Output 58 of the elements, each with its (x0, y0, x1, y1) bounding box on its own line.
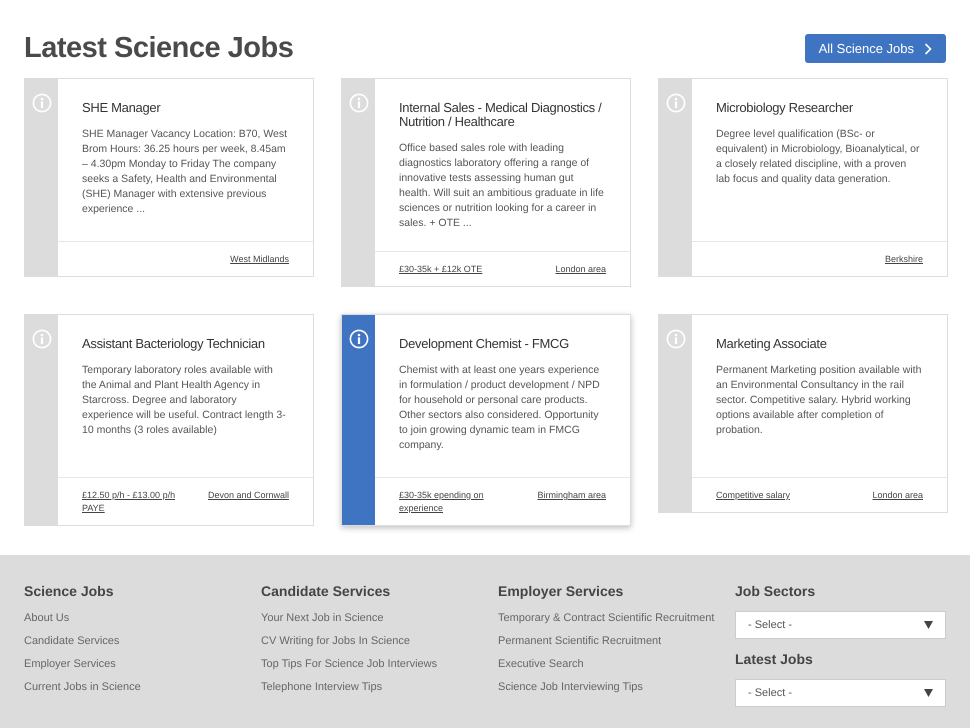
location-link[interactable]: Devon and Cornwall (208, 489, 289, 502)
footer-link[interactable]: Employer Services (24, 657, 116, 671)
info-icon (32, 93, 52, 113)
info-icon (666, 93, 686, 113)
footer-link[interactable]: Top Tips For Science Job Interviews (261, 657, 438, 671)
footer-link[interactable]: Candidate Services (24, 634, 120, 648)
job-card[interactable]: Microbiology Researcher Degree level qualification (BSc- or equivalent) in Microbiology, Bioanalytical, or a closely related discipline, with a proven lab focus and quality data generation. Berkshire (658, 78, 948, 277)
footer-link[interactable]: CV Writing for Jobs In Science (261, 634, 410, 648)
footer-heading: Candidate Services (261, 583, 390, 599)
job-title[interactable]: Internal Sales - Medical Diagnostics / Nutrition / Healthcare (399, 101, 614, 129)
footer-heading: Employer Services (498, 583, 624, 599)
footer-link[interactable]: Current Jobs in Science (24, 680, 141, 694)
info-icon (348, 329, 368, 349)
footer-link[interactable]: Executive Search (498, 657, 584, 671)
job-title[interactable]: Development Chemist - FMCG (399, 337, 614, 351)
job-card[interactable] (341, 314, 631, 526)
job-description: Office based sales role with leading diagnostics laboratory offering a range of innovative tests assessing human gut health. Will suit an ambitious graduate in life sciences or nutrition looking for a career in sales. + OTE ... (399, 141, 605, 231)
salary-link[interactable]: £30-35k + £12k OTE (399, 263, 482, 276)
all-jobs-button[interactable]: All Science Jobs (804, 34, 946, 63)
job-title[interactable]: Marketing Associate (716, 337, 931, 351)
job-title[interactable]: Assistant Bacteriology Technician (82, 337, 297, 351)
chevron-right-icon (924, 42, 932, 54)
job-card[interactable] (341, 78, 631, 287)
job-description: SHE Manager Vacancy Location: B70, West Brom Hours: 36.25 hours per week, 8.45am – 4.30pm Monday to Friday The company seeks a Safety, Health and Environmental (SHE) Manager with extensive previous experience ... (82, 127, 288, 217)
job-title[interactable]: Microbiology Researcher (716, 101, 931, 115)
footer-link[interactable]: Permanent Scientific Recruitment (498, 634, 662, 648)
salary-link[interactable]: Competitive salary (716, 489, 790, 502)
select-dropdown[interactable]: - Select - (735, 611, 946, 639)
footer-link[interactable]: Temporary & Contract Scientific Recruitment (498, 611, 714, 625)
location-link[interactable]: Berkshire (884, 253, 923, 266)
job-description: Degree level qualification (BSc- or equivalent) in Microbiology, Bioanalytical, or a closely related discipline, with a proven lab focus and quality data generation. (716, 127, 920, 187)
footer-heading: Science Jobs (24, 583, 114, 599)
job-card[interactable] (658, 314, 948, 513)
footer-link[interactable]: Your Next Job in Science (261, 611, 384, 625)
job-description: Temporary laboratory roles available with the Animal and Plant Health Agency in Starcross. Degree and laboratory experience will be useful. Contract length 3-10 months (3 roles available) (82, 363, 287, 438)
footer-heading: Job Sectors (735, 583, 816, 599)
location-link[interactable]: Birmingham area (537, 489, 606, 502)
select-dropdown[interactable]: - Select - (735, 679, 946, 707)
section-title: Latest Science Jobs (24, 31, 294, 66)
info-icon (32, 329, 52, 349)
footer-link[interactable]: About Us (24, 611, 70, 625)
location-link[interactable]: London area (872, 489, 923, 502)
job-description: Permanent Marketing position available with an Environmental Consultancy in the rail sector. Competitive salary. Hybrid working options available after completion of probation. (716, 363, 922, 438)
salary-link[interactable]: £30-35k epending on experience (399, 489, 499, 515)
dropdown-caret-icon (924, 689, 933, 697)
job-card[interactable] (24, 314, 314, 526)
location-link[interactable]: West Midlands (230, 253, 289, 266)
location-link[interactable]: London area (555, 263, 606, 276)
footer-link[interactable]: Science Job Interviewing Tips (498, 680, 643, 694)
job-title[interactable]: SHE Manager (82, 101, 297, 115)
salary-link[interactable]: £12.50 p/h - £13.00 p/h PAYE (82, 489, 182, 515)
footer-link[interactable]: Telephone Interview Tips (261, 680, 382, 694)
info-icon (666, 329, 686, 349)
job-description: Chemist with at least one years experience in formulation / product development / NPD for household or personal care products. Other sectors also considered. Opportunity to join growing dynamic team in FMCG company. (399, 363, 601, 453)
info-icon (348, 93, 368, 113)
footer-heading: Latest Jobs (735, 651, 813, 667)
dropdown-caret-icon (924, 621, 933, 629)
job-card[interactable] (24, 78, 314, 277)
